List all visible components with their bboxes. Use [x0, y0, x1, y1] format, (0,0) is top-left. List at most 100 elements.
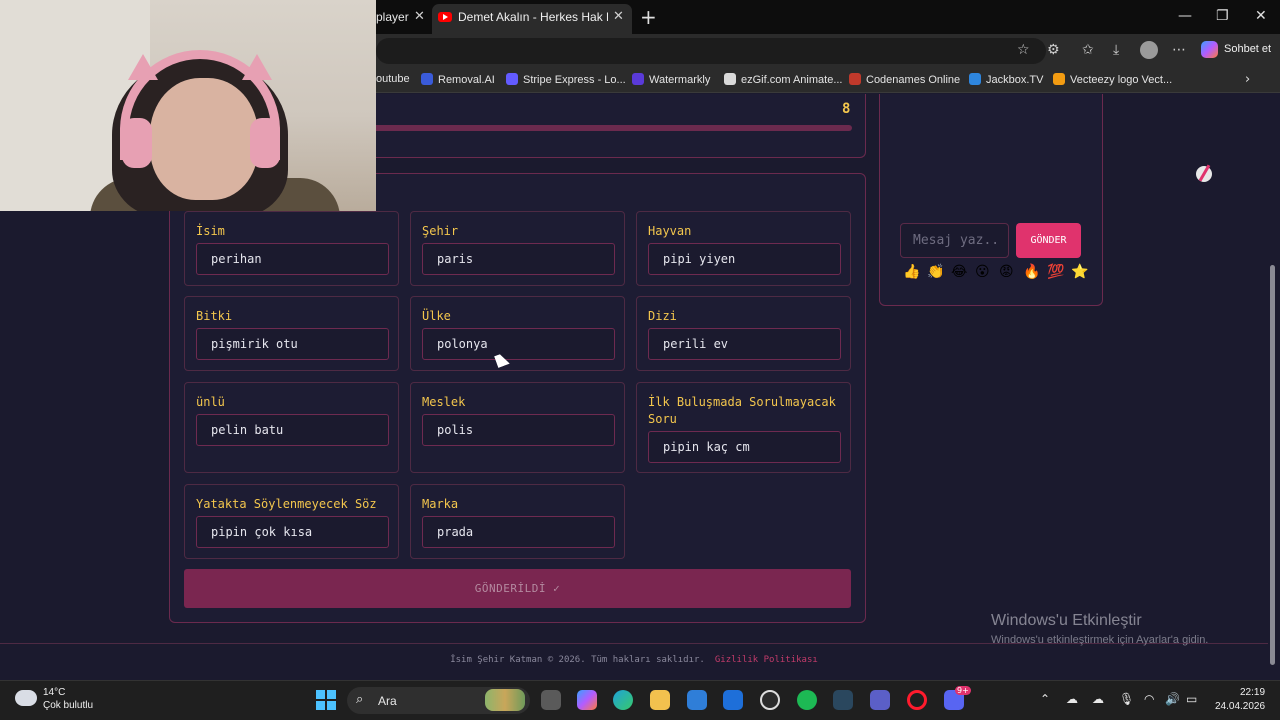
weather-temperature[interactable]: 14°C — [43, 687, 65, 698]
category-field: Bitki — [184, 296, 399, 371]
bookmark-favicon-icon — [421, 73, 433, 85]
privacy-policy-link[interactable]: Gizlilik Politikası — [715, 655, 818, 665]
microphone-icon[interactable]: 🎙 — [1119, 692, 1134, 706]
scrollbar-thumb[interactable] — [1270, 265, 1275, 665]
start-menu-icon[interactable] — [316, 690, 336, 710]
search-highlight-icon[interactable] — [485, 689, 525, 711]
minimize-icon[interactable]: — — [1178, 8, 1192, 24]
bookmark-item[interactable]: outube — [376, 73, 410, 85]
tab-close-icon[interactable]: ✕ — [414, 9, 425, 24]
tray-overflow-icon[interactable]: ⌃ — [1040, 692, 1050, 706]
category-field: Hayvan — [636, 211, 851, 286]
bookmark-favicon-icon — [724, 73, 736, 85]
category-input[interactable] — [196, 328, 389, 360]
file-explorer-icon[interactable] — [650, 690, 670, 710]
more-menu-icon[interactable]: ⋯ — [1172, 42, 1186, 58]
webcam-overlay — [0, 0, 376, 211]
category-input[interactable] — [648, 328, 841, 360]
microsoft-store-icon[interactable] — [687, 690, 707, 710]
send-message-button[interactable]: GÖNDER — [1016, 223, 1081, 258]
tab-partial-label[interactable]: player — [376, 10, 409, 24]
category-label: İlk Buluşmada Sorulmayacak Soru — [648, 395, 836, 426]
tab-close-icon[interactable]: ✕ — [613, 9, 624, 24]
category-label: Marka — [422, 497, 459, 511]
close-window-icon[interactable]: ✕ — [1255, 8, 1267, 24]
task-view-icon[interactable] — [541, 690, 561, 710]
steam-icon[interactable] — [833, 690, 853, 710]
favorites-icon[interactable]: ✩ — [1082, 42, 1094, 58]
emoji-wow-icon[interactable]: 😮 — [975, 264, 990, 280]
copilot-icon[interactable] — [1201, 41, 1218, 58]
emoji-laugh-icon[interactable]: 😂 — [951, 264, 967, 280]
cat-ear-left-icon — [128, 54, 158, 80]
tab-active-title[interactable]: Demet Akalın - Herkes Hak Ettiği Gibi — [458, 10, 608, 24]
clock-time[interactable]: 22:19 — [1240, 687, 1265, 698]
wifi-icon[interactable]: ◠ — [1144, 692, 1154, 706]
weather-description[interactable]: Çok bulutlu — [43, 700, 93, 711]
windows-activation-title: Windows'u Etkinleştir — [991, 612, 1142, 629]
category-field: Ülke — [410, 296, 625, 371]
volume-icon[interactable]: 🔊 — [1165, 692, 1180, 706]
new-tab-icon[interactable]: + — [640, 5, 657, 29]
chat-button[interactable]: Sohbet et — [1224, 43, 1271, 55]
category-field: Meslek — [410, 382, 625, 473]
emoji-fire-icon[interactable]: 🔥 — [1023, 264, 1040, 280]
bookmark-item[interactable]: Codenames Online — [849, 73, 960, 86]
bookmark-label: Jackbox.TV — [986, 74, 1044, 86]
onedrive-icon[interactable]: ☁ — [1066, 692, 1078, 706]
address-bar[interactable] — [376, 38, 1046, 64]
emoji-star-icon[interactable]: ⭐ — [1071, 264, 1088, 280]
category-label: Yatakta Söylenmeyecek Söz — [196, 497, 377, 511]
category-input[interactable] — [422, 414, 615, 446]
emoji-clap-icon[interactable]: 👏 — [927, 264, 944, 280]
category-field: Yatakta Söylenmeyecek Söz — [184, 484, 399, 559]
category-input[interactable] — [648, 431, 841, 463]
category-label: Bitki — [196, 309, 233, 323]
bookmark-item[interactable]: Watermarkly — [632, 73, 710, 86]
page-footer: İsim Şehir Katman © 2026. Tüm hakları sa… — [0, 655, 1268, 665]
maximize-icon[interactable]: ❐ — [1216, 8, 1229, 24]
bookmark-item[interactable]: Jackbox.TV — [969, 73, 1043, 86]
copilot-app-icon[interactable] — [577, 690, 597, 710]
bookmark-favicon-icon — [632, 73, 644, 85]
category-input[interactable] — [196, 243, 389, 275]
chevron-right-icon[interactable]: › — [1245, 72, 1250, 87]
github-desktop-icon[interactable] — [760, 690, 780, 710]
category-field: Dizi — [636, 296, 851, 371]
timer-progress-bar — [372, 125, 852, 131]
opera-icon[interactable] — [907, 690, 927, 710]
category-input[interactable] — [422, 243, 615, 275]
outlook-icon[interactable] — [723, 690, 743, 710]
pen-icon[interactable] — [1196, 166, 1212, 182]
bookmark-item[interactable]: Removal.AI — [421, 73, 495, 86]
edge-browser-icon[interactable] — [613, 690, 633, 710]
bookmark-label: outube — [376, 73, 410, 85]
emoji-angry-icon[interactable]: 😡 — [999, 264, 1014, 280]
profile-avatar[interactable] — [1140, 41, 1158, 59]
bookmark-label: Codenames Online — [866, 74, 961, 86]
bookmark-item[interactable]: Vecteezy logo Vect... — [1053, 73, 1172, 86]
category-input[interactable] — [648, 243, 841, 275]
emoji-hundred-icon[interactable]: 💯 — [1047, 264, 1064, 280]
chat-message-input[interactable] — [900, 223, 1009, 258]
weather-cloud-icon[interactable] — [15, 690, 37, 706]
clock-date[interactable]: 24.04.2026 — [1215, 701, 1265, 712]
cloud-sync-icon[interactable]: ☁ — [1092, 692, 1104, 706]
spotify-icon[interactable] — [797, 690, 817, 710]
emoji-thumbs-up-icon[interactable]: 👍 — [903, 264, 920, 280]
bookmark-item[interactable]: Stripe Express - Lo... — [506, 73, 626, 86]
extensions-icon[interactable]: ⚙ — [1047, 42, 1060, 58]
search-icon: ⌕ — [356, 692, 364, 707]
bookmark-item[interactable]: ezGif.com Animate... — [724, 73, 842, 86]
category-input[interactable] — [196, 516, 389, 548]
favorite-star-icon[interactable]: ☆ — [1017, 42, 1030, 58]
teams-icon[interactable] — [870, 690, 890, 710]
downloads-icon[interactable]: ⤓ — [1113, 42, 1119, 58]
submit-answers-button[interactable]: GÖNDERİLDİ ✓ — [184, 569, 851, 608]
category-label: Meslek — [422, 395, 466, 409]
category-input[interactable] — [196, 414, 389, 446]
bookmark-label: Removal.AI — [438, 74, 495, 86]
category-input[interactable] — [422, 516, 615, 548]
category-input[interactable] — [422, 328, 615, 360]
battery-icon[interactable]: ▭ — [1186, 692, 1197, 706]
